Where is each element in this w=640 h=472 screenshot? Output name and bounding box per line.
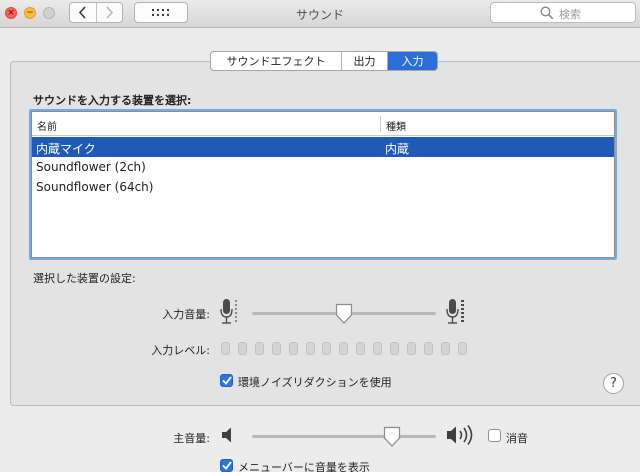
level-segment — [457, 342, 467, 355]
close-icon: × — [7, 7, 15, 18]
level-segment — [305, 342, 315, 355]
input-volume-knob[interactable] — [335, 303, 353, 325]
level-segment — [406, 342, 416, 355]
tab-input[interactable]: 入力 — [388, 52, 437, 70]
device-type: 内蔵 — [385, 142, 410, 156]
grid-icon — [152, 8, 169, 16]
speaker-high-icon — [447, 425, 473, 445]
device-name: Soundflower (64ch) — [36, 180, 154, 194]
help-button[interactable]: ? — [603, 373, 624, 394]
column-header-type[interactable]: 種類 — [386, 118, 406, 133]
close-button[interactable]: × — [5, 7, 17, 19]
level-segment — [271, 342, 281, 355]
window-titlebar: × − サウンド 検索 — [0, 0, 640, 28]
column-divider — [380, 116, 381, 132]
table-row[interactable]: Soundflower (2ch) — [32, 157, 614, 177]
level-segment — [390, 342, 399, 355]
master-volume-label: 主音量: — [173, 432, 210, 445]
noise-reduction-label: 環境ノイズリダクションを使用 — [238, 376, 392, 389]
level-segment — [356, 342, 366, 355]
forward-button[interactable] — [97, 3, 123, 22]
navigation-group — [69, 2, 123, 23]
device-select-heading: サウンドを入力する装置を選択: — [33, 94, 192, 107]
checkmark-icon — [221, 376, 232, 385]
minimize-icon: − — [26, 7, 34, 18]
tab-output[interactable]: 出力 — [342, 52, 388, 70]
speaker-low-icon — [222, 427, 231, 443]
column-header-name[interactable]: 名前 — [37, 118, 57, 133]
microphone-low-icon — [220, 299, 237, 324]
level-segment — [423, 342, 433, 355]
mute-checkbox[interactable] — [488, 429, 501, 442]
search-icon — [540, 6, 554, 23]
search-placeholder: 検索 — [559, 8, 581, 21]
table-row[interactable]: Soundflower (64ch) — [32, 177, 614, 197]
tab-sound-effects[interactable]: サウンドエフェクト — [211, 52, 342, 70]
device-name: 内蔵マイク — [36, 142, 96, 156]
show-volume-in-menubar-label: メニューバーに音量を表示 — [238, 461, 370, 472]
level-segment — [288, 342, 298, 355]
search-field[interactable]: 検索 — [490, 2, 636, 23]
level-segment — [373, 342, 383, 355]
level-segment — [440, 342, 450, 355]
mute-label: 消音 — [506, 432, 528, 445]
table-row[interactable]: 内蔵マイク 内蔵 — [32, 137, 614, 157]
level-segment — [254, 342, 264, 355]
level-segment — [221, 342, 230, 355]
tab-bar: サウンドエフェクト 出力 入力 — [210, 51, 438, 71]
microphone-high-icon — [446, 299, 464, 324]
master-volume-knob[interactable] — [383, 426, 401, 448]
noise-reduction-checkbox[interactable] — [220, 374, 233, 387]
input-volume-label: 入力音量: — [162, 308, 210, 321]
show-all-button[interactable] — [134, 2, 188, 23]
input-level-label: 入力レベル: — [151, 344, 210, 357]
back-button[interactable] — [70, 3, 97, 22]
master-volume-slider[interactable] — [252, 435, 436, 438]
input-device-table[interactable]: 名前 種類 内蔵マイク 内蔵 Soundflower (2ch) Soundfl… — [31, 111, 615, 258]
chevron-left-icon — [79, 6, 86, 19]
checkmark-icon — [221, 461, 232, 470]
level-segment — [339, 342, 349, 355]
level-segment — [237, 342, 247, 355]
device-settings-heading: 選択した装置の設定: — [33, 272, 136, 285]
device-name: Soundflower (2ch) — [36, 160, 146, 174]
zoom-button — [43, 7, 55, 19]
minimize-button[interactable]: − — [24, 7, 36, 19]
chevron-right-icon — [106, 6, 113, 19]
table-header: 名前 種類 — [32, 112, 614, 136]
show-volume-in-menubar-checkbox[interactable] — [220, 459, 233, 472]
level-segment — [322, 342, 332, 355]
help-icon: ? — [610, 376, 617, 391]
